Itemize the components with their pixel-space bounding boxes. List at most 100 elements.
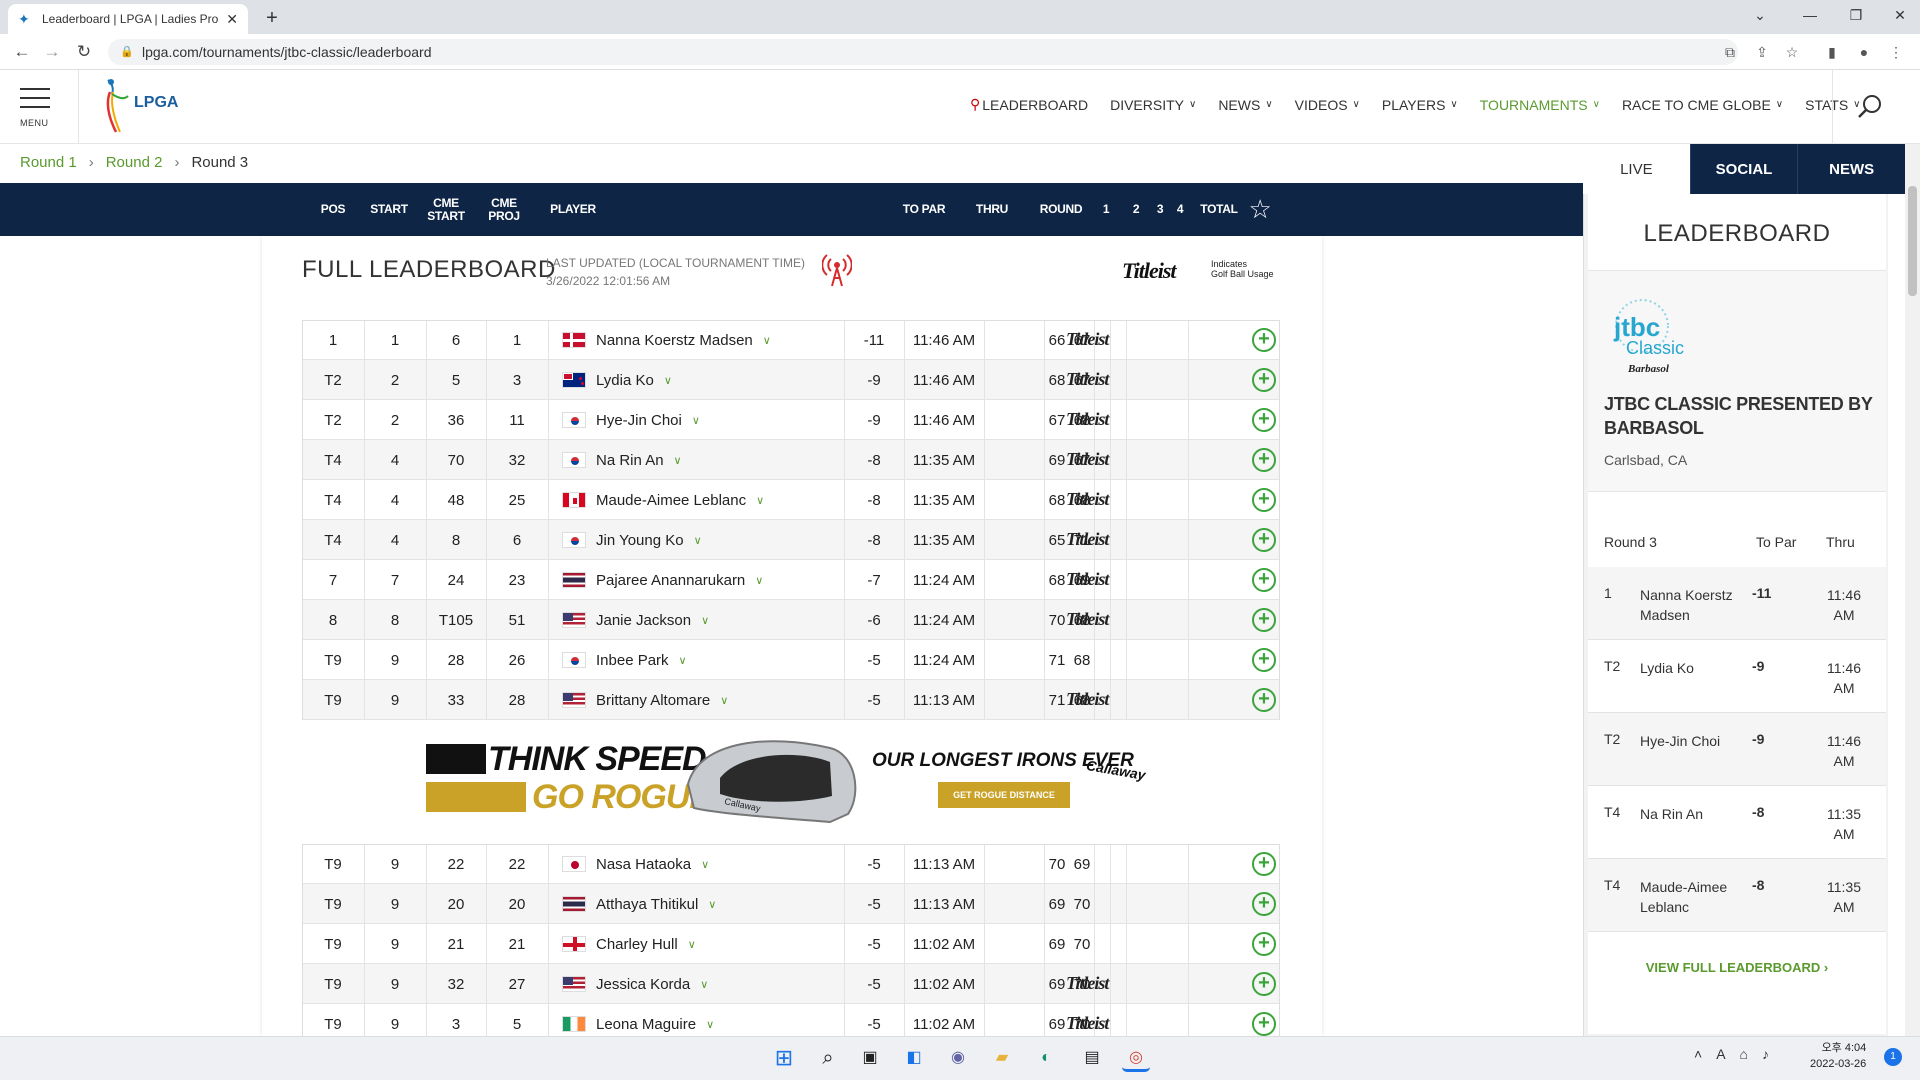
- last-updated-label: LAST UPDATED (LOCAL TOURNAMENT TIME): [546, 256, 805, 270]
- col-pos[interactable]: POS: [316, 183, 350, 236]
- share-icon[interactable]: ⇪: [1750, 40, 1774, 64]
- main-nav: ⚲ LEADERBOARD DIVERSITY ∨ NEWS ∨ VIDEOS ∨ PLAYER…: [970, 96, 1861, 113]
- tab-search-icon[interactable]: ⌄: [1740, 0, 1780, 30]
- nav-item-diversity[interactable]: DIVERSITY ∨: [1110, 96, 1196, 113]
- widgets-icon[interactable]: ◧: [900, 1044, 928, 1072]
- taskbar-clock[interactable]: 오후 4:04 2022-03-26: [1810, 1040, 1866, 1072]
- col-total[interactable]: TOTAL: [1196, 183, 1242, 236]
- restore-icon[interactable]: ❐: [1836, 0, 1876, 30]
- breadcrumb-round-1[interactable]: Round 1: [20, 154, 77, 171]
- ad-black-bar: [426, 744, 486, 774]
- jtbc-classic-logo-icon[interactable]: jtbc Classic Barbasol: [1608, 296, 1698, 380]
- sidebar-thru: 11:46 AM: [1827, 587, 1861, 623]
- nav-item-players[interactable]: PLAYERS ∨: [1382, 96, 1458, 113]
- reload-icon[interactable]: ↻: [72, 40, 96, 64]
- chrome-taskbar-icon[interactable]: ◎: [1122, 1044, 1150, 1072]
- titleist-logo: Titleist: [1122, 258, 1177, 283]
- ad-headline-1: THINK SPEED: [488, 740, 707, 778]
- col-player[interactable]: PLAYER: [548, 183, 598, 236]
- url-input[interactable]: 🔒 lpga.com/tournaments/jtbc-classic/lead…: [108, 39, 1738, 65]
- golf-iron-image: Callaway: [686, 740, 857, 824]
- sidebar-player-name[interactable]: Nanna Koerstz Madsen: [1640, 585, 1746, 625]
- tab-social[interactable]: SOCIAL: [1689, 144, 1798, 194]
- menu-label[interactable]: MENU: [20, 118, 49, 128]
- sidebar-row[interactable]: T4 Maude-Aimee Leblanc -8 11:35 AM: [1588, 859, 1886, 932]
- browser-menu-icon[interactable]: ⋮: [1884, 40, 1908, 64]
- event-name[interactable]: JTBC CLASSIC PRESENTED BY BARBASOL: [1604, 392, 1874, 440]
- live-broadcast-icon: [822, 254, 852, 287]
- col-r4[interactable]: 4: [1172, 183, 1188, 236]
- sidebar-row[interactable]: T2 Hye-Jin Choi -9 11:46 AM: [1588, 713, 1886, 786]
- browser-tab[interactable]: ✦ Leaderboard | LPGA | Ladies Pro ✕: [8, 4, 248, 34]
- close-tab-icon[interactable]: ✕: [226, 11, 238, 28]
- col-cme-proj[interactable]: CME PROJ: [486, 183, 522, 236]
- forward-icon[interactable]: →: [40, 40, 64, 64]
- translate-icon[interactable]: ⧉: [1718, 40, 1742, 64]
- col-r2[interactable]: 2: [1128, 183, 1144, 236]
- nav-item-news[interactable]: NEWS ∨: [1218, 96, 1272, 113]
- col-thru[interactable]: THRU: [972, 183, 1012, 236]
- chevron-down-icon: ∨: [1775, 99, 1784, 110]
- profile-avatar-icon[interactable]: ●: [1852, 40, 1876, 64]
- new-tab-icon[interactable]: +: [258, 4, 286, 32]
- close-window-icon[interactable]: ✕: [1880, 0, 1920, 30]
- sidebar-thru: 11:46 AM: [1827, 733, 1861, 769]
- sidebar-row[interactable]: T4 Na Rin An -8 11:35 AM: [1588, 786, 1886, 859]
- col-cme-start[interactable]: CME START: [427, 183, 465, 236]
- chevron-right-icon: ›: [174, 154, 180, 171]
- sidebar-row[interactable]: T2 Lydia Ko -9 11:46 AM: [1588, 640, 1886, 713]
- taskbar-search-icon[interactable]: ⌕: [814, 1044, 842, 1072]
- file-explorer-icon[interactable]: ▰: [988, 1044, 1016, 1072]
- sidebar-row[interactable]: 1 Nanna Koerstz Madsen -11 11:46 AM: [1588, 567, 1886, 640]
- chevron-down-icon: ∨: [1188, 99, 1197, 110]
- terminal-icon[interactable]: ▤: [1078, 1044, 1106, 1072]
- sidebar-player-name[interactable]: Na Rin An: [1640, 804, 1746, 824]
- last-updated: LAST UPDATED (LOCAL TOURNAMENT TIME) 3/2…: [546, 254, 805, 290]
- sidebar-player-name[interactable]: Hye-Jin Choi: [1640, 731, 1746, 751]
- col-r1[interactable]: 1: [1098, 183, 1114, 236]
- edge-browser-icon[interactable]: ◐: [1032, 1044, 1060, 1072]
- sidebar-to-par: -9: [1752, 731, 1765, 747]
- lpga-logo-text[interactable]: LPGA: [134, 94, 178, 112]
- minimize-icon[interactable]: —: [1790, 0, 1830, 30]
- favorite-star-icon[interactable]: ☆: [1244, 183, 1276, 236]
- sidebar-pos: T2: [1604, 658, 1621, 674]
- tab-news[interactable]: NEWS: [1797, 144, 1906, 194]
- chevron-down-icon: ∨: [1352, 99, 1360, 110]
- tab-live[interactable]: LIVE: [1583, 144, 1690, 194]
- col-start[interactable]: START: [366, 183, 412, 236]
- windows-start-icon[interactable]: ⊞: [770, 1044, 798, 1072]
- breadcrumb-round-2[interactable]: Round 2: [106, 154, 163, 171]
- nav-item-tournaments[interactable]: TOURNAMENTS ∨: [1480, 96, 1600, 113]
- col-to-par[interactable]: TO PAR: [898, 183, 950, 236]
- ime-indicator[interactable]: A: [1716, 1046, 1739, 1062]
- chevron-down-icon: ∨: [1592, 99, 1600, 110]
- nav-item-leaderboard[interactable]: ⚲ LEADERBOARD: [970, 96, 1088, 113]
- side-panel-icon[interactable]: ▮: [1820, 40, 1844, 64]
- sidebar-leaderboard-title: LEADERBOARD: [1643, 220, 1831, 247]
- teams-chat-icon[interactable]: ◉: [944, 1044, 972, 1072]
- system-tray[interactable]: ˄A⌂♪: [1694, 1046, 1783, 1062]
- view-full-leaderboard-link[interactable]: VIEW FULL LEADERBOARD ›: [1588, 960, 1886, 975]
- network-speaker-icon[interactable]: ⌂♪: [1740, 1046, 1783, 1062]
- back-icon[interactable]: ←: [10, 40, 34, 64]
- sidebar-thru: 11:35 AM: [1827, 806, 1861, 842]
- col-round[interactable]: ROUND: [1036, 183, 1086, 236]
- nav-item-race-to-cme-globe[interactable]: RACE TO CME GLOBE ∨: [1622, 96, 1783, 113]
- tray-chevron-icon[interactable]: ˄: [1694, 1046, 1716, 1062]
- nav-item-videos[interactable]: VIDEOS ∨: [1295, 96, 1360, 113]
- callaway-ad-banner[interactable]: THINK SPEED GO ROGUE Callaway OUR LONGES…: [426, 734, 1156, 824]
- sidebar-player-name[interactable]: Lydia Ko: [1640, 658, 1746, 678]
- sidebar-player-name[interactable]: Maude-Aimee Leblanc: [1640, 877, 1746, 917]
- notification-badge[interactable]: 1: [1884, 1048, 1902, 1066]
- search-icon[interactable]: [1855, 92, 1885, 122]
- ad-cta-button[interactable]: GET ROGUE DISTANCE: [938, 782, 1070, 808]
- menu-hamburger-icon[interactable]: [20, 88, 50, 115]
- tab-title: Leaderboard | LPGA | Ladies Pro: [42, 12, 219, 26]
- col-r3[interactable]: 3: [1152, 183, 1168, 236]
- scrollbar-thumb[interactable]: [1908, 186, 1917, 296]
- bookmark-star-icon[interactable]: ☆: [1780, 40, 1804, 64]
- sidebar-col-to-par: To Par: [1756, 534, 1797, 550]
- nav-item-label: NEWS: [1218, 96, 1261, 113]
- task-view-icon[interactable]: ▣: [856, 1044, 884, 1072]
